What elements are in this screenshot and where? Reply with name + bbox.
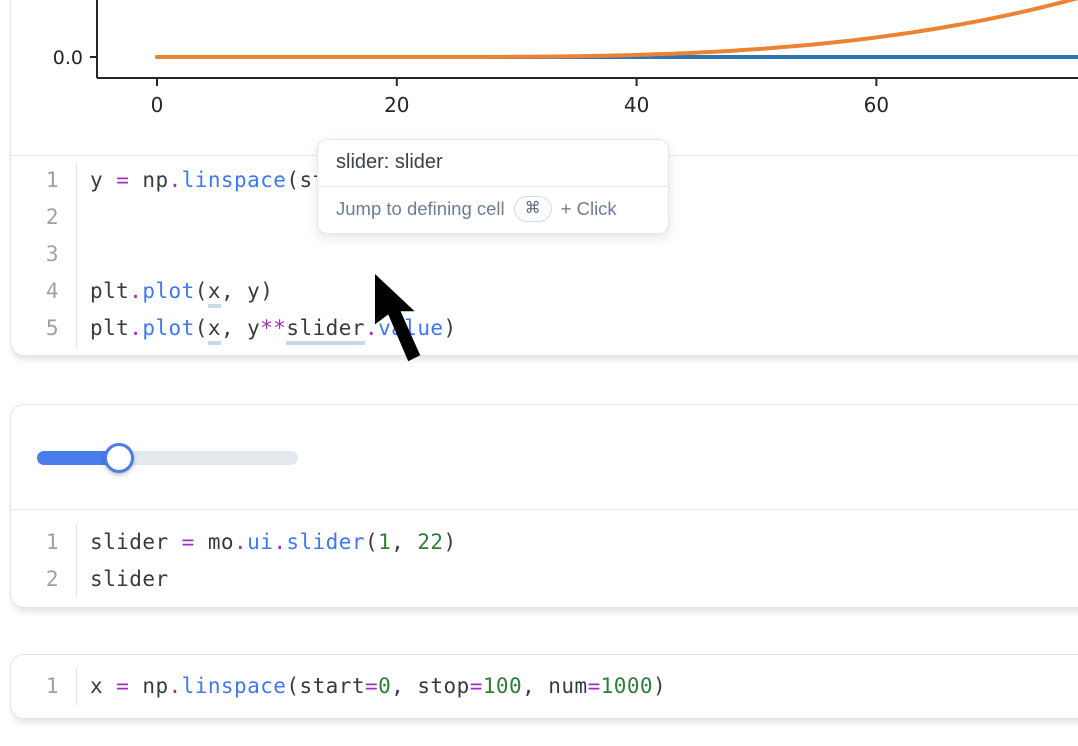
code-token: , y xyxy=(221,316,260,340)
code-token: = xyxy=(116,168,129,192)
code-token: ) xyxy=(653,674,666,698)
code-token: = xyxy=(182,530,195,554)
code-token: , num xyxy=(522,674,587,698)
code-token: plot xyxy=(142,316,194,340)
code-token: ( xyxy=(195,316,208,340)
code-line[interactable]: 1x = np.linspace(start=0, stop=100, num=… xyxy=(11,668,1078,705)
code-token: ( xyxy=(195,279,208,303)
code-token: np xyxy=(129,168,168,192)
code-line[interactable]: 1slider = mo.ui.slider(1, 22) xyxy=(11,524,1078,561)
line-number: 1 xyxy=(11,524,77,561)
code-token: ui xyxy=(247,530,273,554)
notebook-cell-x: 1x = np.linspace(start=0, stop=100, num=… xyxy=(10,654,1078,719)
code-editor-x[interactable]: 1x = np.linspace(start=0, stop=100, num=… xyxy=(11,655,1078,718)
mouse-cursor-icon xyxy=(375,274,421,362)
code-token: 100 xyxy=(483,674,522,698)
code-line[interactable]: 5plt.plot(x, y**slider.value) xyxy=(11,310,1078,347)
tooltip-click-suffix: + Click xyxy=(561,198,617,220)
x-tick-label: 60 xyxy=(864,93,889,117)
code-token: . xyxy=(273,530,286,554)
code-content[interactable]: plt.plot(x, y) xyxy=(77,273,273,310)
code-token: linspace xyxy=(182,168,287,192)
code-token: = xyxy=(470,674,483,698)
code-token: = xyxy=(365,674,378,698)
code-content[interactable]: slider xyxy=(77,561,169,598)
code-token: 22 xyxy=(417,530,443,554)
cursor-arrow-shape xyxy=(375,274,420,361)
code-token: slider xyxy=(286,316,365,345)
code-token: , xyxy=(391,530,417,554)
code-line[interactable]: 3 xyxy=(11,236,1078,273)
code-token: plt xyxy=(90,316,129,340)
notebook-cell-slider: 1slider = mo.ui.slider(1, 22)2slider xyxy=(10,404,1078,608)
code-token: = xyxy=(588,674,601,698)
x-tick-label: 20 xyxy=(384,93,409,117)
code-token: ) xyxy=(444,530,457,554)
code-token: = xyxy=(116,674,129,698)
tooltip-action-label: Jump to defining cell xyxy=(336,198,505,220)
code-token: plot xyxy=(142,279,194,303)
line-number: 1 xyxy=(11,162,77,199)
code-editor-slider[interactable]: 1slider = mo.ui.slider(1, 22)2slider xyxy=(11,510,1078,607)
tooltip-action-row: Jump to defining cell ⌘ + Click xyxy=(318,187,668,233)
matplotlib-line-chart: 0.0 0 20 40 60 xyxy=(11,0,1078,155)
code-token: , stop xyxy=(391,674,470,698)
code-token: x xyxy=(208,316,221,345)
code-token: . xyxy=(234,530,247,554)
line-number: 1 xyxy=(11,668,77,705)
code-token: . xyxy=(169,674,182,698)
code-content[interactable] xyxy=(77,199,90,236)
code-token: . xyxy=(169,168,182,192)
code-token: ( xyxy=(365,530,378,554)
plot-cell-output: 0.0 0 20 40 60 xyxy=(11,0,1078,156)
line-number: 5 xyxy=(11,310,77,347)
code-token: x xyxy=(208,279,221,308)
slider-cell-output xyxy=(11,405,1078,510)
code-token: , y) xyxy=(221,279,273,303)
slider-widget[interactable] xyxy=(37,451,298,465)
code-content[interactable] xyxy=(77,236,90,273)
line-number: 2 xyxy=(11,199,77,236)
code-token: slider xyxy=(90,530,182,554)
code-token: slider xyxy=(286,530,365,554)
code-token: mo xyxy=(195,530,234,554)
code-token: 0 xyxy=(378,674,391,698)
code-content[interactable]: x = np.linspace(start=0, stop=100, num=1… xyxy=(77,668,666,705)
code-token: (start xyxy=(286,674,365,698)
hover-tooltip: slider: slider Jump to defining cell ⌘ +… xyxy=(317,139,669,234)
code-token: x xyxy=(90,674,116,698)
slider-handle[interactable] xyxy=(104,443,134,473)
code-token: 1 xyxy=(378,530,391,554)
code-token: np xyxy=(129,674,168,698)
code-token: ** xyxy=(260,316,286,340)
code-line[interactable]: 2 slider xyxy=(11,561,1078,598)
line-number: 3 xyxy=(11,236,77,273)
line-number: 2 xyxy=(11,561,77,598)
code-token: . xyxy=(129,316,142,340)
code-token: linspace xyxy=(182,674,287,698)
series-line-power xyxy=(157,0,1078,57)
code-token: 1000 xyxy=(601,674,653,698)
code-token: ) xyxy=(444,316,457,340)
code-token: plt xyxy=(90,279,129,303)
code-content[interactable]: slider = mo.ui.slider(1, 22) xyxy=(77,524,457,561)
y-tick-label: 0.0 xyxy=(53,47,83,69)
code-token: y xyxy=(90,168,116,192)
cmd-key-badge: ⌘ xyxy=(514,196,552,222)
x-tick-label: 0 xyxy=(151,93,164,117)
code-line[interactable]: 4plt.plot(x, y) xyxy=(11,273,1078,310)
code-token: slider xyxy=(90,567,169,591)
code-token: . xyxy=(129,279,142,303)
x-tick-label: 40 xyxy=(624,93,649,117)
tooltip-title: slider: slider xyxy=(318,140,668,187)
line-number: 4 xyxy=(11,273,77,310)
